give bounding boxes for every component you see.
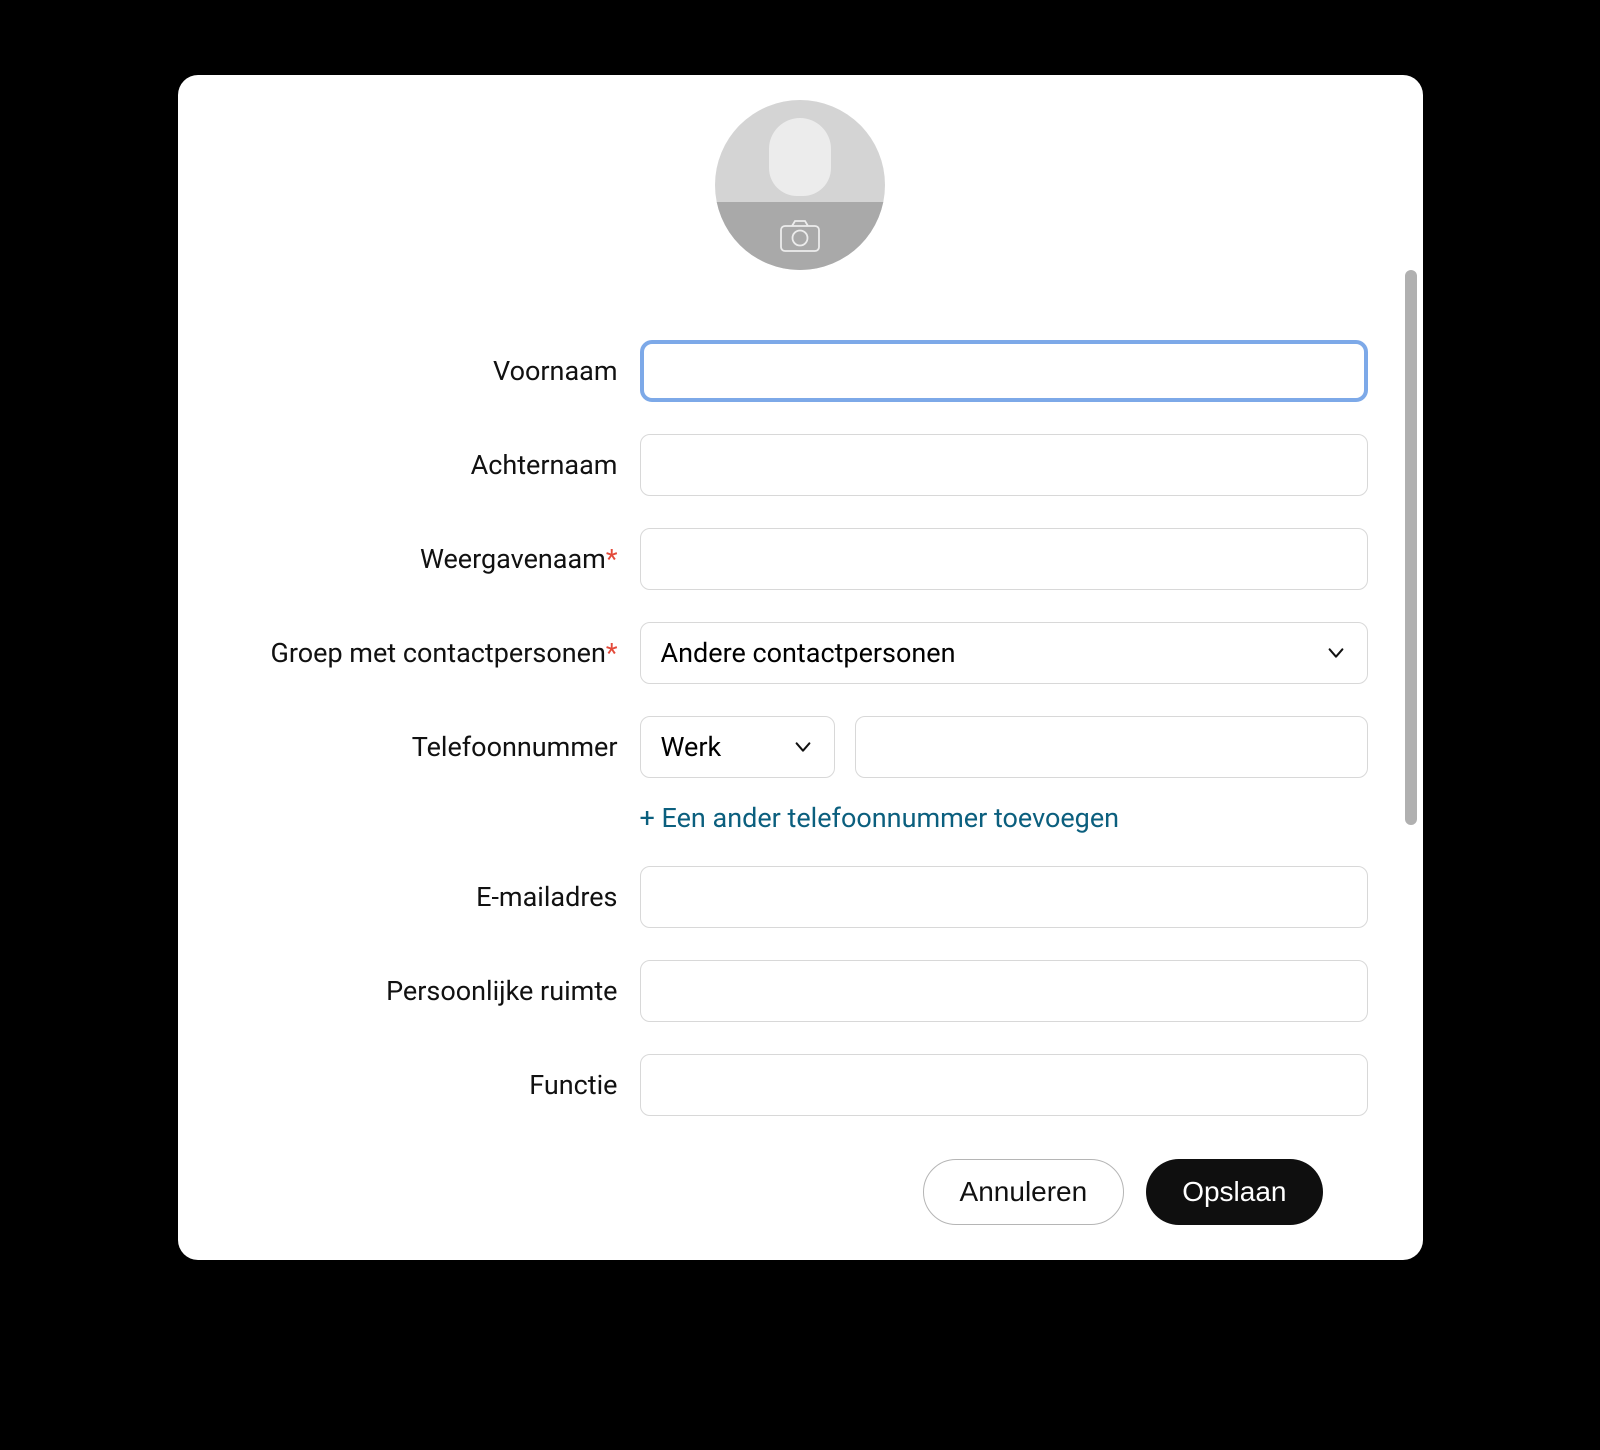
phone-inputs: Werk: [640, 716, 1368, 778]
vertical-scrollbar[interactable]: [1405, 270, 1417, 825]
required-marker: *: [606, 543, 618, 575]
row-phone: Telefoonnummer Werk: [233, 716, 1368, 778]
contact-form-dialog: Voornaam Achternaam Weergavenaam* Groep …: [178, 75, 1423, 1260]
row-contact-group: Groep met contactpersonen* Andere contac…: [233, 622, 1368, 684]
chevron-down-icon: [792, 736, 814, 758]
row-display-name: Weergavenaam*: [233, 528, 1368, 590]
label-phone: Telefoonnummer: [233, 731, 618, 763]
contact-group-selected: Andere contactpersonen: [661, 637, 956, 669]
job-title-input[interactable]: [640, 1054, 1368, 1116]
personal-room-input[interactable]: [640, 960, 1368, 1022]
label-job-title: Functie: [233, 1069, 618, 1101]
avatar-camera-overlay: [715, 202, 885, 270]
row-last-name: Achternaam: [233, 434, 1368, 496]
contact-group-select[interactable]: Andere contactpersonen: [640, 622, 1368, 684]
avatar-section: [233, 100, 1368, 270]
last-name-input[interactable]: [640, 434, 1368, 496]
email-input[interactable]: [640, 866, 1368, 928]
contact-form: Voornaam Achternaam Weergavenaam* Groep …: [233, 340, 1368, 1119]
row-personal-room: Persoonlijke ruimte: [233, 960, 1368, 1022]
label-personal-room: Persoonlijke ruimte: [233, 975, 618, 1007]
avatar-upload[interactable]: [715, 100, 885, 270]
phone-type-select[interactable]: Werk: [640, 716, 835, 778]
phone-number-input[interactable]: [855, 716, 1368, 778]
row-email: E-mailadres: [233, 866, 1368, 928]
required-marker: *: [606, 637, 618, 669]
row-add-phone: + Een ander telefoonnummer toevoegen: [233, 802, 1368, 834]
label-email: E-mailadres: [233, 881, 618, 913]
avatar-placeholder-head: [769, 118, 831, 196]
label-first-name: Voornaam: [233, 355, 618, 387]
row-first-name: Voornaam: [233, 340, 1368, 402]
chevron-down-icon: [1325, 642, 1347, 664]
label-last-name: Achternaam: [233, 449, 618, 481]
add-phone-link[interactable]: + Een ander telefoonnummer toevoegen: [640, 802, 1120, 834]
first-name-input[interactable]: [640, 340, 1368, 402]
display-name-input[interactable]: [640, 528, 1368, 590]
save-button[interactable]: Opslaan: [1146, 1159, 1322, 1225]
label-contact-group: Groep met contactpersonen*: [233, 637, 618, 669]
cancel-button[interactable]: Annuleren: [923, 1159, 1125, 1225]
label-display-name: Weergavenaam*: [233, 543, 618, 575]
dialog-footer: Annuleren Opslaan: [233, 1159, 1368, 1225]
camera-icon: [780, 220, 820, 252]
row-job-title: Functie: [233, 1054, 1368, 1116]
phone-type-selected: Werk: [661, 731, 722, 763]
